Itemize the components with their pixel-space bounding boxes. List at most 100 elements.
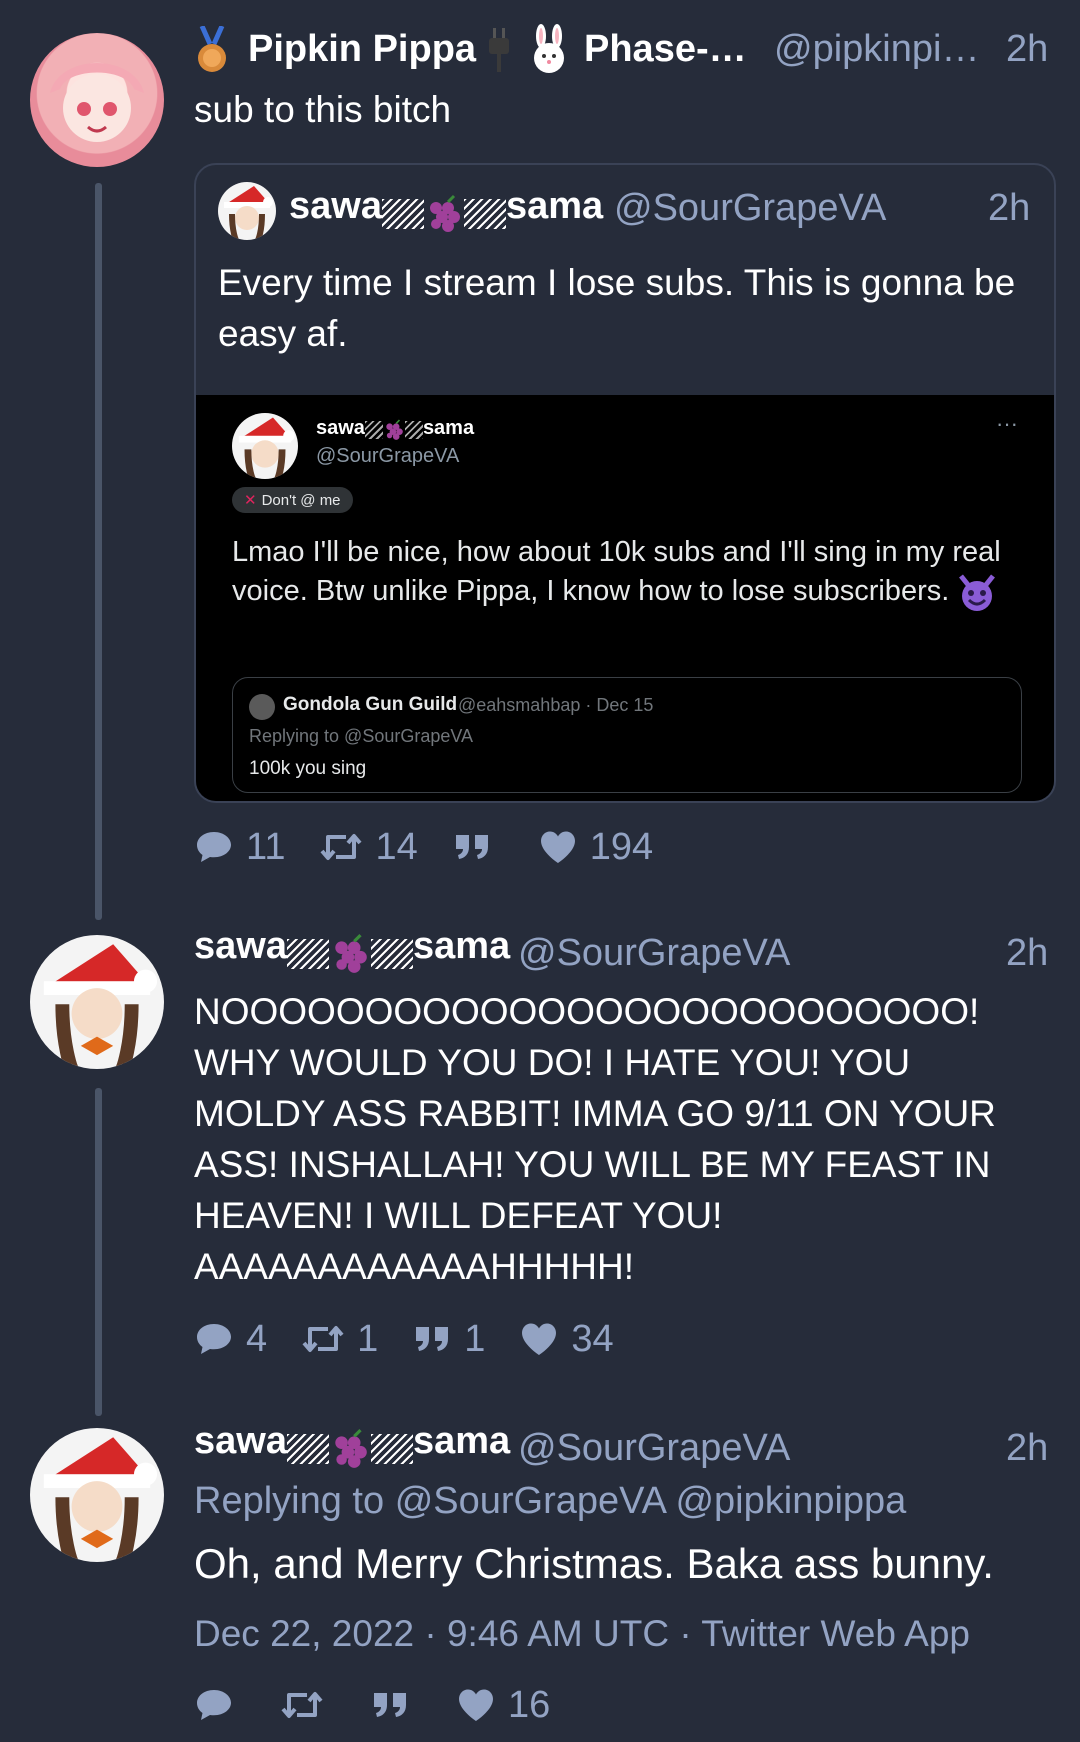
quote-media-image[interactable]: sawa sama @SourGrapeVA ··· ✕ Don't @ me Lm… — [196, 395, 1054, 801]
quote-name-a: sawa — [289, 185, 382, 227]
author-name-suffix[interactable]: Phase-… — [584, 28, 747, 71]
thread-line — [95, 1088, 102, 1416]
like-count: 16 — [508, 1683, 551, 1726]
tweet-header: Pipkin Pippa Phase-… @pipkinpi… 2h — [194, 22, 1054, 78]
reply-icon — [194, 827, 234, 867]
avatar-pipkin[interactable] — [30, 33, 164, 167]
like-count: 194 — [589, 825, 654, 868]
reply-count: 11 — [246, 825, 286, 868]
tweet-time[interactable]: 2h — [1006, 28, 1048, 71]
reply-count: 4 — [246, 1317, 268, 1360]
quote-count: 1 — [464, 1317, 486, 1360]
embed-name-b: sama — [422, 417, 475, 439]
tweet-timestamp[interactable]: Dec 22, 2022 · 9:46 AM UTC · Twitter Web… — [194, 1613, 970, 1655]
hatch-decoration — [364, 420, 383, 439]
tweet-text: NOOOOOOOOOOOOOOOOOOOOOOOOOO! WHY WOULD Y… — [194, 991, 996, 1287]
grapes-icon — [329, 933, 371, 975]
avatar-art — [50, 63, 144, 142]
like-button[interactable]: 194 — [538, 826, 653, 869]
author-name-a: sawa — [194, 925, 287, 967]
reply-button[interactable] — [194, 1685, 246, 1725]
bunny-icon — [528, 24, 570, 74]
avatar-art — [43, 944, 158, 1069]
reply-button[interactable]: 4 — [194, 1318, 267, 1361]
cross-icon: ✕ — [244, 492, 257, 509]
author-handle[interactable]: @pipkinpi… — [774, 28, 979, 71]
dont-at-me-badge: ✕ Don't @ me — [232, 487, 353, 513]
quote-handle[interactable]: @SourGrapeVA — [614, 187, 886, 230]
hatch-decoration — [381, 198, 424, 229]
quote-icon — [370, 1685, 410, 1725]
author-handle[interactable]: @SourGrapeVA — [518, 1427, 790, 1470]
quote-button[interactable]: 1 — [412, 1318, 485, 1361]
author-name[interactable]: sawa sama — [194, 1420, 510, 1470]
tweet-text: Oh, and Merry Christmas. Baka ass bunny. — [194, 1540, 994, 1587]
hatch-decoration — [286, 1433, 329, 1464]
author-name-b: sama — [412, 1420, 511, 1462]
hatch-decoration — [370, 1433, 413, 1464]
thread-line — [95, 183, 102, 920]
like-button[interactable]: 16 — [456, 1684, 550, 1727]
retweet-count: 14 — [375, 825, 418, 868]
quote-tweet-card[interactable]: sawa sama @SourGrapeVA 2h Every time I st… — [194, 163, 1056, 803]
tweet-stats: 4 1 1 34 — [194, 1314, 648, 1364]
avatar-sawa[interactable] — [30, 935, 164, 1069]
hatch-decoration — [286, 938, 329, 969]
author-name[interactable]: sawa sama — [194, 925, 510, 975]
grapes-icon — [329, 1428, 371, 1470]
like-button[interactable]: 34 — [519, 1317, 614, 1361]
tweet-time[interactable]: 2h — [1006, 1427, 1048, 1470]
devil-emoji-icon — [959, 574, 996, 612]
like-count: 34 — [571, 1317, 614, 1360]
retweet-button[interactable]: 14 — [319, 825, 418, 869]
quote-author[interactable]: sawa sama — [289, 185, 603, 234]
avatar-sawa[interactable] — [30, 1428, 164, 1562]
embed-text-body: Lmao I'll be nice, how about 10k subs an… — [232, 536, 1001, 607]
tweet-stats: 16 — [194, 1680, 584, 1730]
embed-name-a: sawa — [316, 417, 365, 439]
grapes-icon — [383, 419, 405, 441]
replying-handles[interactable]: @SourGrapeVA @pipkinpippa — [395, 1480, 907, 1522]
hatch-decoration — [370, 938, 413, 969]
reply-avatar — [249, 694, 275, 720]
more-icon: ··· — [996, 411, 1018, 436]
retweet-button[interactable] — [280, 1685, 336, 1725]
tweet-time[interactable]: 2h — [1006, 932, 1048, 975]
plug-icon — [489, 28, 509, 72]
author-handle[interactable]: @SourGrapeVA — [518, 932, 790, 975]
quote-avatar — [218, 182, 276, 240]
quote-button[interactable] — [370, 1685, 422, 1725]
reply-icon — [194, 1685, 234, 1725]
replying-to: Replying to @SourGrapeVA @pipkinpippa — [194, 1480, 906, 1523]
reply-text: 100k you sing — [249, 758, 367, 779]
quote-time[interactable]: 2h — [988, 187, 1030, 230]
author-name-b: sama — [412, 925, 511, 967]
medal-icon — [194, 24, 230, 74]
tweet-text: sub to this bitch — [194, 89, 452, 130]
hatch-decoration — [404, 420, 423, 439]
retweet-icon — [319, 827, 363, 867]
author-name-a: sawa — [194, 1420, 287, 1462]
reply-to: Replying to @SourGrapeVA — [249, 726, 474, 746]
badge-label: Don't @ me — [261, 491, 341, 509]
embed-author: sawa sama — [316, 417, 474, 441]
avatar-art — [43, 1437, 158, 1562]
grapes-icon — [424, 194, 464, 234]
reply-button[interactable]: 11 — [194, 826, 285, 869]
embed-avatar — [232, 413, 298, 479]
reply-icon — [194, 1319, 234, 1359]
quote-name-b: sama — [505, 185, 604, 227]
quote-icon — [412, 1319, 452, 1359]
heart-icon — [538, 827, 578, 867]
retweet-icon — [301, 1319, 345, 1359]
replying-prefix: Replying to — [194, 1480, 385, 1522]
retweet-button[interactable]: 1 — [301, 1318, 378, 1361]
quote-text: Every time I stream I lose subs. This is… — [218, 262, 1016, 354]
embed-text: Lmao I'll be nice, how about 10k subs an… — [232, 533, 1022, 612]
reply-handle: @eahsmahbap · Dec 15 — [458, 695, 654, 715]
quote-button[interactable] — [452, 827, 504, 867]
hatch-decoration — [463, 198, 506, 229]
reply-name: Gondola Gun Guild — [283, 694, 458, 715]
retweet-icon — [280, 1685, 324, 1725]
author-name[interactable]: Pipkin Pippa — [248, 28, 476, 71]
